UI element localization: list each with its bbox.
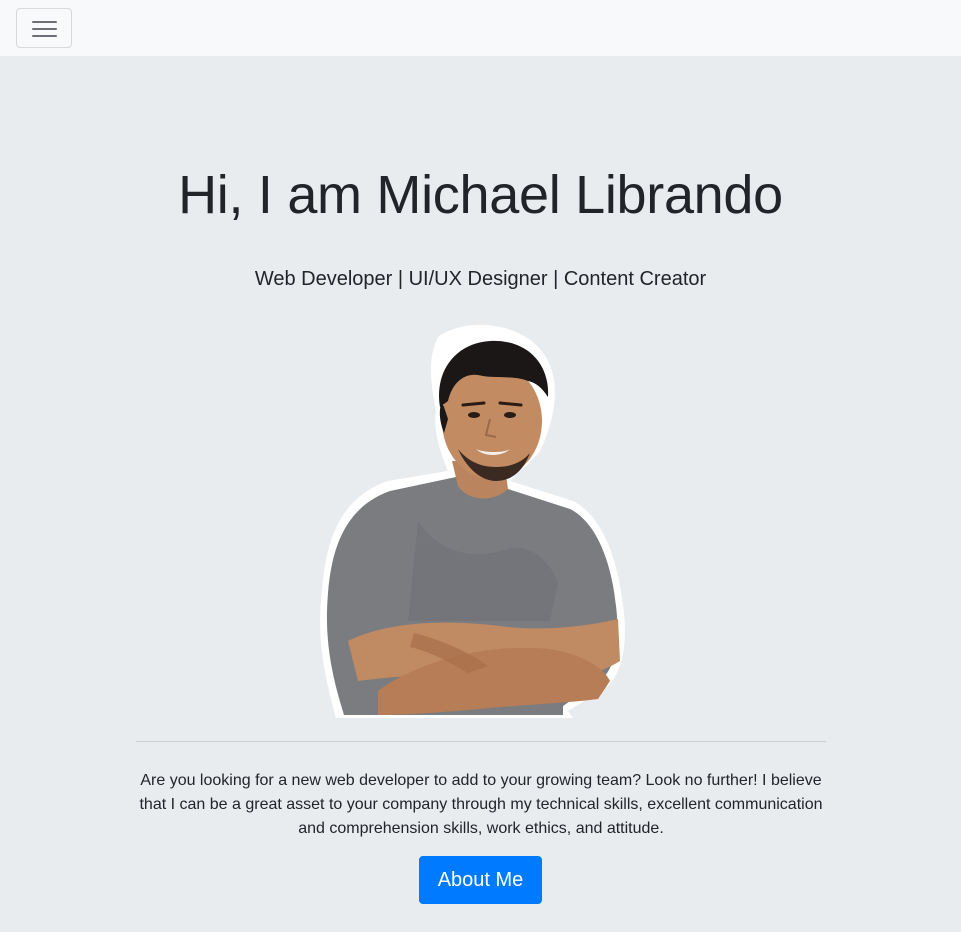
section-divider bbox=[136, 741, 826, 742]
top-navbar bbox=[0, 0, 961, 56]
hero-jumbotron: Hi, I am Michael Librando Web Developer … bbox=[0, 56, 961, 932]
page-title: Hi, I am Michael Librando bbox=[178, 165, 783, 225]
about-me-button[interactable]: About Me bbox=[419, 856, 542, 904]
navbar-toggler-button[interactable] bbox=[16, 8, 72, 48]
page-subtitle: Web Developer | UI/UX Designer | Content… bbox=[254, 268, 707, 290]
portrait-photo bbox=[320, 324, 625, 718]
intro-paragraph: Are you looking for a new web developer … bbox=[139, 772, 823, 837]
